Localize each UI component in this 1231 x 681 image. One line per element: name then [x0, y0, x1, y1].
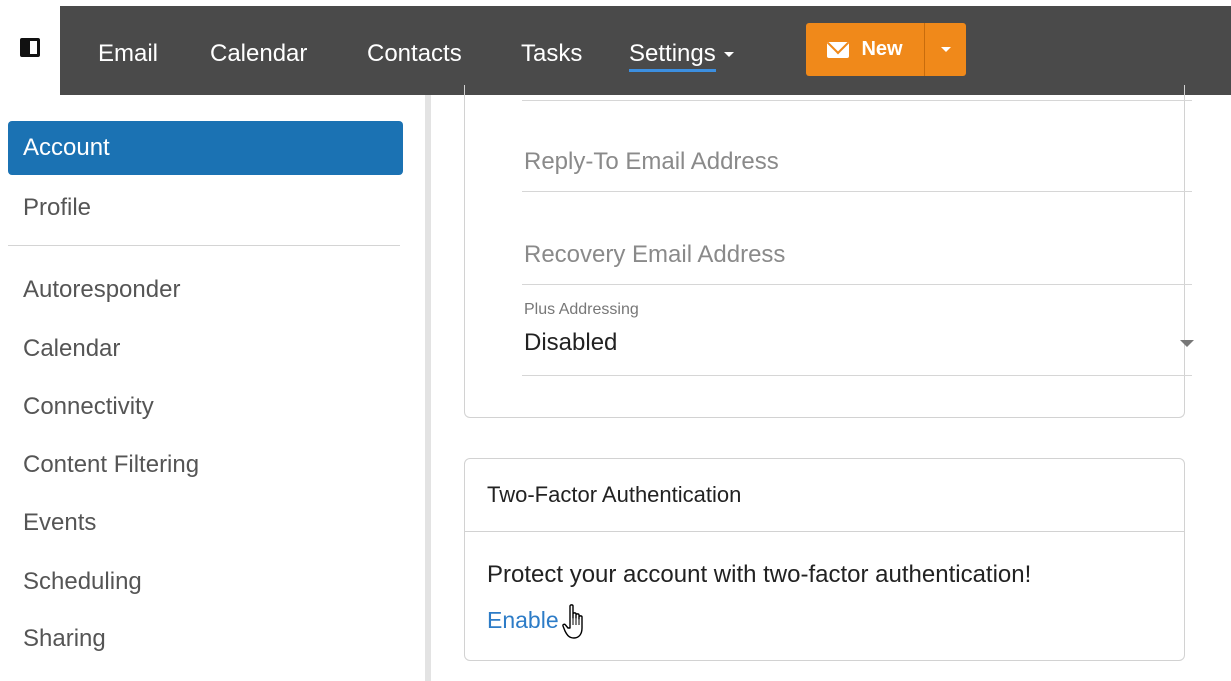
field-underline: [522, 100, 1192, 101]
sidebar-item-label: Scheduling: [23, 568, 142, 595]
sidebar-item-label: Content Filtering: [23, 451, 200, 478]
account-card: Reply-To Email Address Recovery Email Ad…: [464, 85, 1194, 418]
recovery-email-field[interactable]: Recovery Email Address: [524, 241, 785, 269]
nav-settings-label: Settings: [629, 40, 716, 72]
sidebar-item-calendar[interactable]: Calendar: [8, 322, 403, 376]
main-navbar: Email Calendar Contacts Tasks Settings N…: [60, 6, 1231, 95]
sidebar-toggle-icon: [20, 38, 40, 57]
sidebar-item-label: Calendar: [23, 335, 121, 362]
field-underline: [522, 191, 1192, 192]
sidebar-item-label: Account: [23, 134, 110, 161]
sidebar-item-content-filtering[interactable]: Content Filtering: [8, 438, 403, 492]
sidebar-item-events[interactable]: Events: [8, 496, 403, 550]
field-underline: [522, 284, 1192, 285]
sidebar-item-label: Events: [23, 509, 97, 536]
chevron-down-icon[interactable]: [1180, 340, 1194, 347]
sidebar-item-sharing[interactable]: Sharing: [8, 612, 403, 666]
sidebar-item-scheduling[interactable]: Scheduling: [8, 555, 403, 609]
two-factor-card: Two-Factor Authentication Protect your a…: [464, 458, 1185, 661]
chevron-down-icon: [723, 52, 734, 58]
envelope-icon: [827, 41, 850, 58]
new-button-label: New: [861, 38, 903, 60]
nav-calendar[interactable]: Calendar: [210, 40, 307, 68]
top-bar: Email Calendar Contacts Tasks Settings N…: [0, 0, 1231, 95]
settings-main: Reply-To Email Address Recovery Email Ad…: [431, 85, 1231, 681]
nav-contacts[interactable]: Contacts: [367, 40, 462, 68]
sidebar-item-label: Autoresponder: [23, 276, 181, 303]
chevron-down-icon: [940, 47, 951, 52]
new-button-group: New: [806, 23, 966, 76]
nav-tasks[interactable]: Tasks: [521, 40, 582, 68]
sidebar-item-label: Connectivity: [23, 393, 154, 420]
two-factor-title: Two-Factor Authentication: [465, 459, 1184, 532]
new-button[interactable]: New: [806, 23, 924, 76]
plus-addressing-select[interactable]: Disabled: [524, 329, 617, 357]
hand-pointer-icon: [562, 604, 583, 639]
sidebar-item-profile[interactable]: Profile: [8, 181, 403, 235]
plus-addressing-label: Plus Addressing: [524, 301, 639, 318]
nav-email[interactable]: Email: [98, 40, 158, 68]
sidebar-item-account[interactable]: Account: [8, 121, 403, 175]
two-factor-message: Protect your account with two-factor aut…: [487, 561, 1032, 588]
nav-settings[interactable]: Settings: [629, 40, 734, 72]
sidebar-item-label: Profile: [23, 194, 92, 221]
new-dropdown-button[interactable]: [924, 23, 966, 76]
sidebar-item-label: Sharing: [23, 625, 106, 652]
sidebar-item-connectivity[interactable]: Connectivity: [8, 380, 403, 434]
field-underline: [522, 375, 1192, 376]
settings-sidebar: Account Profile Autoresponder Calendar C…: [0, 95, 425, 681]
sidebar-toggle-button[interactable]: [0, 0, 60, 95]
enable-two-factor-link[interactable]: Enable: [487, 607, 559, 634]
sidebar-divider: [8, 245, 400, 246]
reply-to-email-field[interactable]: Reply-To Email Address: [524, 148, 779, 176]
sidebar-item-autoresponder[interactable]: Autoresponder: [8, 263, 403, 317]
